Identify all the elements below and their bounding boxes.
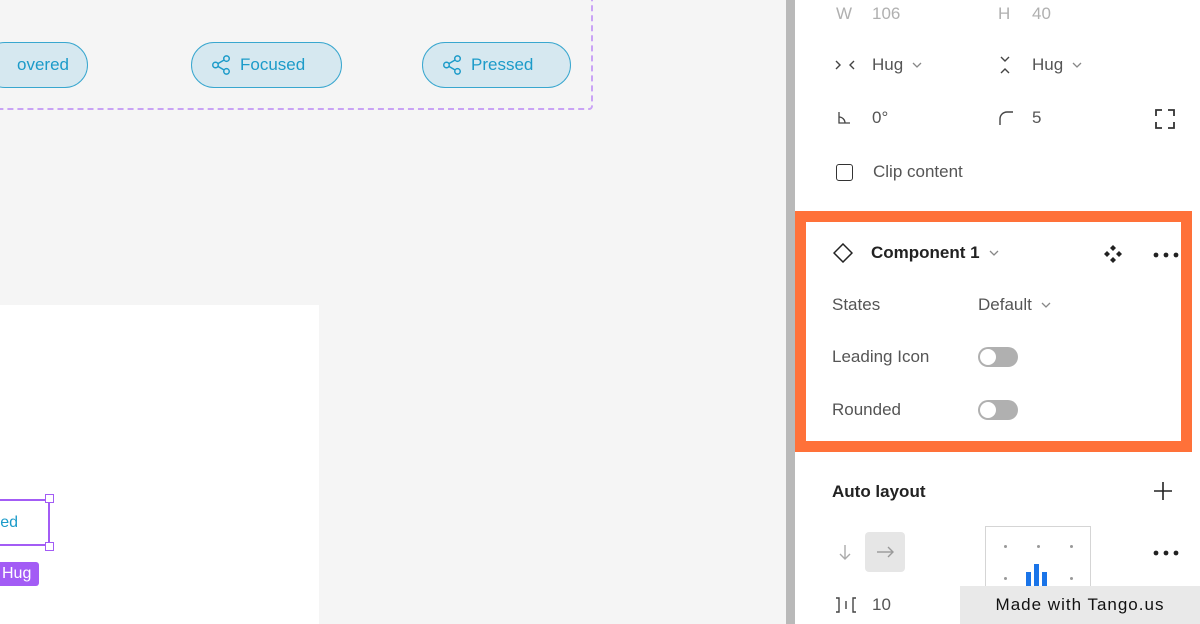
align-dot[interactable] bbox=[1070, 577, 1073, 580]
corner-radius-field[interactable]: 5 bbox=[998, 108, 1041, 128]
variant-pressed[interactable]: Pressed bbox=[422, 42, 571, 88]
height-value: 40 bbox=[1032, 4, 1051, 23]
rotation-field[interactable]: 0° bbox=[836, 108, 888, 128]
direction-horizontal-button[interactable] bbox=[865, 532, 905, 572]
chevron-down-icon bbox=[1072, 62, 1082, 68]
plus-icon bbox=[1154, 482, 1172, 500]
variant-label: overed bbox=[17, 55, 69, 74]
watermark-text: Made with Tango.us bbox=[995, 595, 1165, 614]
share-icon bbox=[441, 54, 463, 76]
spacing-icon bbox=[834, 596, 872, 614]
width-sizing-value: Hug bbox=[872, 55, 904, 74]
horizontal-resize-icon bbox=[834, 58, 872, 72]
align-dot[interactable] bbox=[1004, 577, 1007, 580]
align-dot[interactable] bbox=[1037, 545, 1040, 548]
width-label: W bbox=[836, 4, 853, 23]
alignment-bar bbox=[1034, 564, 1039, 586]
more-horizontal-icon bbox=[1153, 550, 1179, 556]
corner-radius-icon bbox=[998, 110, 1032, 126]
checkbox-box[interactable] bbox=[836, 163, 853, 181]
artboard-frame[interactable] bbox=[0, 305, 319, 624]
width-value: 106 bbox=[872, 4, 901, 23]
height-sizing-dropdown[interactable]: Hug bbox=[998, 55, 1083, 75]
height-field[interactable]: H 40 bbox=[998, 4, 1051, 24]
alignment-bar bbox=[1026, 572, 1031, 586]
add-auto-layout-button[interactable] bbox=[1152, 480, 1174, 502]
chevron-down-icon bbox=[912, 62, 922, 68]
independent-corners-button[interactable] bbox=[1154, 108, 1176, 130]
variant-label: Focused bbox=[240, 55, 306, 74]
arrow-down-icon bbox=[825, 532, 865, 572]
clip-content-checkbox[interactable]: Clip content bbox=[836, 162, 963, 182]
auto-layout-title: Auto layout bbox=[832, 482, 926, 501]
width-field[interactable]: W 106 bbox=[836, 4, 900, 24]
height-sizing-value: Hug bbox=[1032, 55, 1064, 74]
expand-corners-icon bbox=[1155, 109, 1175, 129]
auto-layout-header: Auto layout bbox=[832, 482, 926, 502]
arrow-right-icon bbox=[865, 532, 905, 572]
variant-hovered[interactable]: overed bbox=[0, 42, 88, 88]
height-label: H bbox=[998, 4, 1011, 23]
sizing-tag: Hug bbox=[0, 562, 40, 586]
selected-component-instance[interactable]: ed bbox=[0, 499, 50, 546]
auto-layout-more-button[interactable] bbox=[1153, 550, 1179, 556]
clip-content-label: Clip content bbox=[873, 162, 963, 181]
vertical-resize-icon bbox=[998, 55, 1032, 75]
alignment-bar bbox=[1042, 572, 1047, 586]
width-sizing-dropdown[interactable]: Hug bbox=[834, 55, 923, 75]
rotation-value: 0° bbox=[872, 108, 889, 127]
variant-focused[interactable]: Focused bbox=[191, 42, 342, 88]
tango-watermark: Made with Tango.us bbox=[960, 586, 1200, 624]
align-dot[interactable] bbox=[1004, 545, 1007, 548]
align-dot[interactable] bbox=[1070, 545, 1073, 548]
sizing-tag-label: Hug bbox=[2, 565, 32, 582]
spacing-field[interactable]: 10 bbox=[834, 595, 891, 615]
design-canvas[interactable]: overed Focused Pressed ed Hug bbox=[0, 0, 786, 624]
resize-handle-bottom-right[interactable] bbox=[45, 542, 54, 551]
panel-divider bbox=[786, 0, 795, 624]
share-icon bbox=[210, 54, 232, 76]
spacing-value: 10 bbox=[872, 595, 891, 614]
variant-label: Pressed bbox=[471, 55, 534, 74]
rotation-icon bbox=[836, 110, 872, 126]
resize-handle-top-right[interactable] bbox=[45, 494, 54, 503]
corner-radius-value: 5 bbox=[1032, 108, 1042, 127]
tutorial-highlight-box bbox=[795, 211, 1192, 452]
direction-vertical-button[interactable] bbox=[825, 532, 865, 572]
instance-label: ed bbox=[0, 513, 18, 531]
